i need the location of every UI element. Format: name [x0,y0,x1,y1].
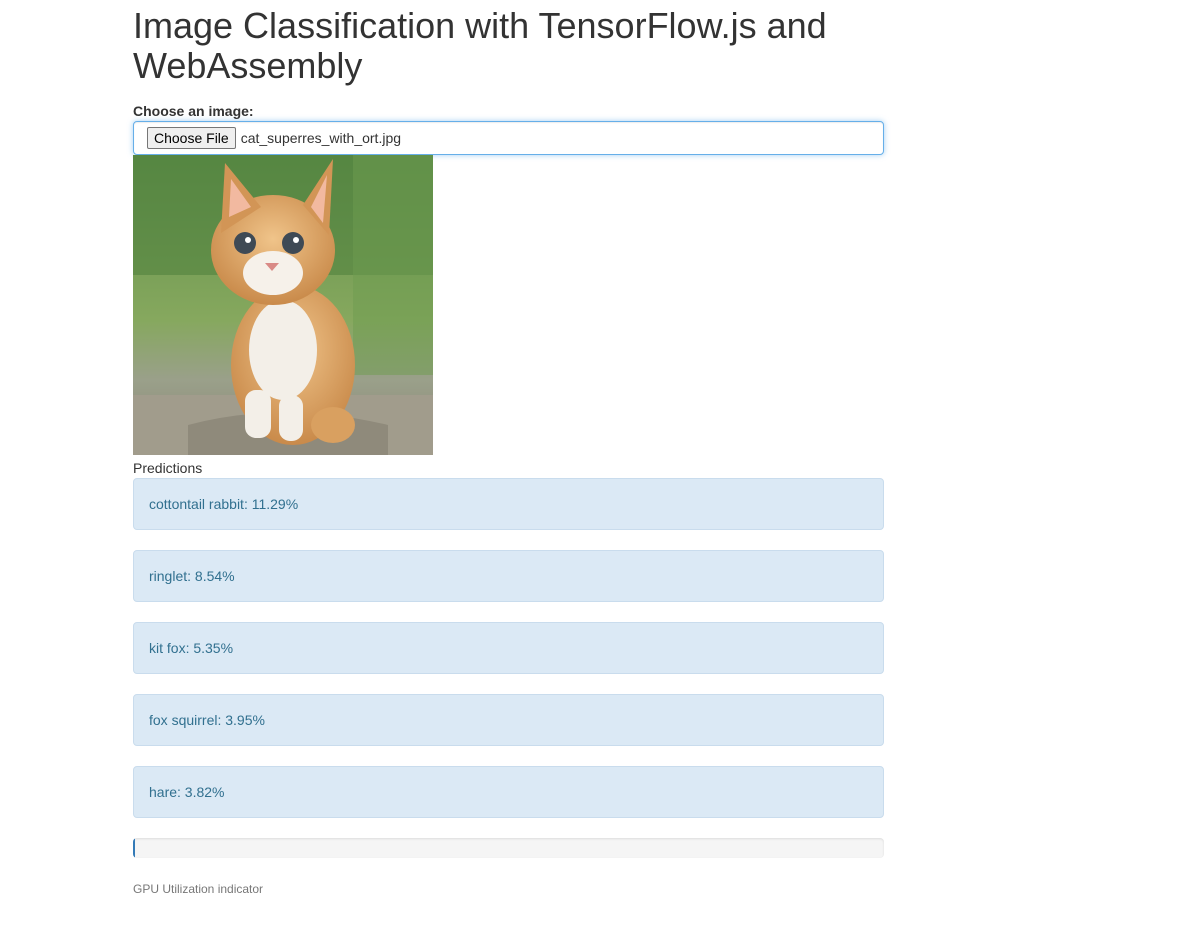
choose-file-button[interactable]: Choose File [147,127,236,149]
prediction-item: cottontail rabbit: 11.29% [133,478,884,530]
gpu-utilization-fill [133,838,135,858]
kitten-photo [133,155,433,455]
prediction-text: hare: 3.82% [149,784,225,800]
selected-file-name: cat_superres_with_ort.jpg [240,130,402,146]
file-input[interactable]: Choose File cat_superres_with_ort.jpg [133,121,884,155]
prediction-item: hare: 3.82% [133,766,884,818]
prediction-text: fox squirrel: 3.95% [149,712,265,728]
gpu-utilization-label: GPU Utilization indicator [133,882,264,896]
predictions-heading: Predictions [133,460,203,476]
file-input-label: Choose an image: [133,103,254,119]
prediction-text: ringlet: 8.54% [149,568,235,584]
prediction-item: fox squirrel: 3.95% [133,694,884,746]
prediction-text: kit fox: 5.35% [149,640,234,656]
prediction-text: cottontail rabbit: 11.29% [149,496,299,512]
main-container: Image Classification with TensorFlow.js … [133,0,884,896]
page-title: Image Classification with TensorFlow.js … [133,5,827,86]
gpu-utilization-bar [133,838,884,858]
preview-image [133,155,433,455]
prediction-item: kit fox: 5.35% [133,622,884,674]
prediction-item: ringlet: 8.54% [133,550,884,602]
